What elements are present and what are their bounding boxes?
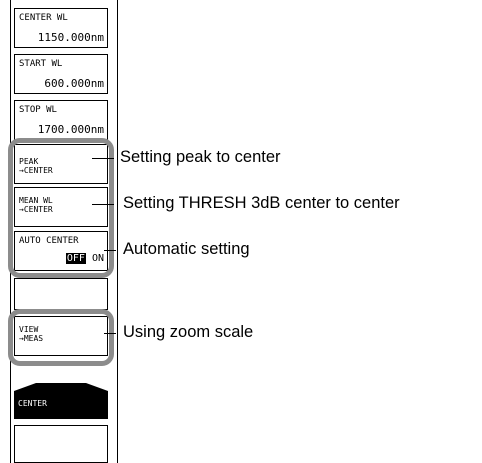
start-wl-value: 600.000nm [44,77,104,90]
callout-line-zoom [104,333,116,334]
center-wl-label: CENTER WL [19,13,68,23]
mean-wl-to-center-softkey[interactable]: MEAN WL →CENTER [14,187,108,227]
start-wl-softkey[interactable]: START WL 600.000nm [14,54,108,94]
auto-center-on-option[interactable]: ON [92,253,104,264]
center-wl-softkey[interactable]: CENTER WL 1150.000nm [14,8,108,48]
callout-line-mean [92,204,114,205]
center-menu-tab[interactable]: CENTER [14,383,108,419]
center-wl-value: 1150.000nm [37,31,104,44]
callout-peak-to-center: Setting peak to center [120,148,281,166]
view-to-meas-softkey[interactable]: VIEW →MEAS [14,316,108,356]
stop-wl-softkey[interactable]: STOP WL 1700.000nm [14,100,108,140]
stop-wl-label: STOP WL [19,105,57,115]
mean-wl-to-center-label: MEAN WL →CENTER [19,196,53,214]
auto-center-label: AUTO CENTER [19,236,79,246]
empty-softkey [14,425,108,463]
blank-softkey [14,278,108,310]
center-tab-label: CENTER [18,399,47,408]
callout-automatic: Automatic setting [123,240,250,258]
peak-to-center-label: PEAK →CENTER [19,157,53,175]
callout-zoom-scale: Using zoom scale [123,323,254,341]
auto-center-softkey[interactable]: AUTO CENTER OFF ON [14,231,108,271]
stop-wl-value: 1700.000nm [37,123,104,136]
callout-line-peak [92,158,114,159]
callout-mean-to-center: Setting THRESH 3dB center to center [123,194,400,212]
callout-line-auto [104,250,116,251]
start-wl-label: START WL [19,59,63,69]
peak-to-center-softkey[interactable]: PEAK →CENTER [14,144,108,184]
auto-center-toggle[interactable]: OFF ON [65,253,104,264]
view-to-meas-label: VIEW →MEAS [19,325,44,343]
auto-center-off-option[interactable]: OFF [65,253,86,264]
